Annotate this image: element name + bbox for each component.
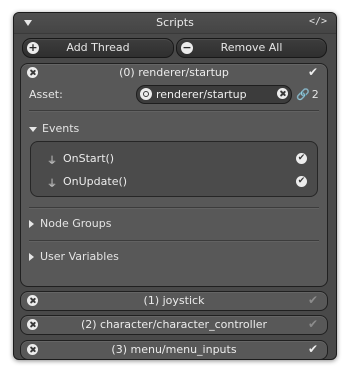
event-label: OnStart() — [63, 152, 115, 165]
add-thread-label: Add Thread — [66, 41, 130, 54]
event-icon: ⏚ — [47, 179, 57, 190]
panel-titlebar: Scripts </> — [14, 13, 336, 34]
triangle-right-icon — [29, 220, 34, 228]
divider — [29, 240, 319, 242]
thread-1[interactable]: (1) joystick ✔ — [20, 291, 328, 311]
asset-label: Asset: — [29, 88, 63, 101]
node-groups-section-toggle[interactable]: Node Groups — [29, 217, 111, 230]
thread-name: (2) character/character_controller — [80, 318, 268, 331]
divider — [29, 207, 319, 209]
add-thread-button[interactable]: + Add Thread — [22, 38, 174, 58]
thread-3[interactable]: (3) menu/menu_inputs ✔ — [20, 340, 328, 359]
thread-2[interactable]: (2) character/character_controller ✔ — [20, 315, 328, 335]
remove-all-button[interactable]: − Remove All — [176, 38, 327, 58]
link-count[interactable]: 🔗 2 — [296, 88, 319, 101]
check-icon[interactable]: ✔ — [296, 176, 307, 187]
user-variables-label: User Variables — [40, 250, 119, 263]
node-groups-label: Node Groups — [40, 217, 112, 230]
event-item-onstart[interactable]: ⏚ OnStart() ✔ — [47, 151, 307, 167]
divider — [29, 110, 319, 112]
enabled-check-icon[interactable]: ✔ — [308, 65, 318, 79]
user-variables-section-toggle[interactable]: User Variables — [29, 250, 119, 263]
thread-name: (0) renderer/startup — [119, 66, 229, 79]
thread-header[interactable]: (0) renderer/startup ✔ — [21, 64, 327, 82]
thread-name: (1) joystick — [143, 294, 205, 307]
triangle-right-icon — [29, 253, 34, 261]
triangle-down-icon — [29, 126, 37, 132]
disabled-check-icon[interactable]: ✔ — [308, 293, 318, 307]
asset-field[interactable]: renderer/startup — [136, 85, 292, 104]
events-list: ⏚ OnStart() ✔ ⏚ OnUpdate() ✔ — [30, 141, 318, 197]
remove-all-label: Remove All — [220, 41, 283, 54]
event-label: OnUpdate() — [63, 175, 128, 188]
target-icon[interactable] — [140, 88, 152, 100]
thread-0: (0) renderer/startup ✔ Asset: renderer/s… — [20, 63, 328, 287]
scripts-panel: Scripts </> + Add Thread − Remove All (0… — [13, 12, 337, 360]
enabled-check-icon[interactable]: ✔ — [308, 342, 318, 356]
link-count-value: 2 — [311, 88, 319, 101]
code-icon[interactable]: </> — [309, 16, 327, 27]
check-icon[interactable]: ✔ — [296, 153, 307, 164]
panel-title: Scripts — [156, 16, 194, 29]
chain-icon: 🔗 — [296, 88, 310, 101]
asset-value: renderer/startup — [156, 88, 247, 101]
event-item-onupdate[interactable]: ⏚ OnUpdate() ✔ — [47, 174, 307, 190]
thread-name: (3) menu/menu_inputs — [111, 343, 237, 356]
disabled-check-icon[interactable]: ✔ — [308, 317, 318, 331]
clear-asset-icon[interactable] — [277, 88, 288, 99]
events-label: Events — [42, 122, 80, 135]
events-section-toggle[interactable]: Events — [29, 122, 79, 135]
event-icon: ⏚ — [47, 156, 57, 167]
